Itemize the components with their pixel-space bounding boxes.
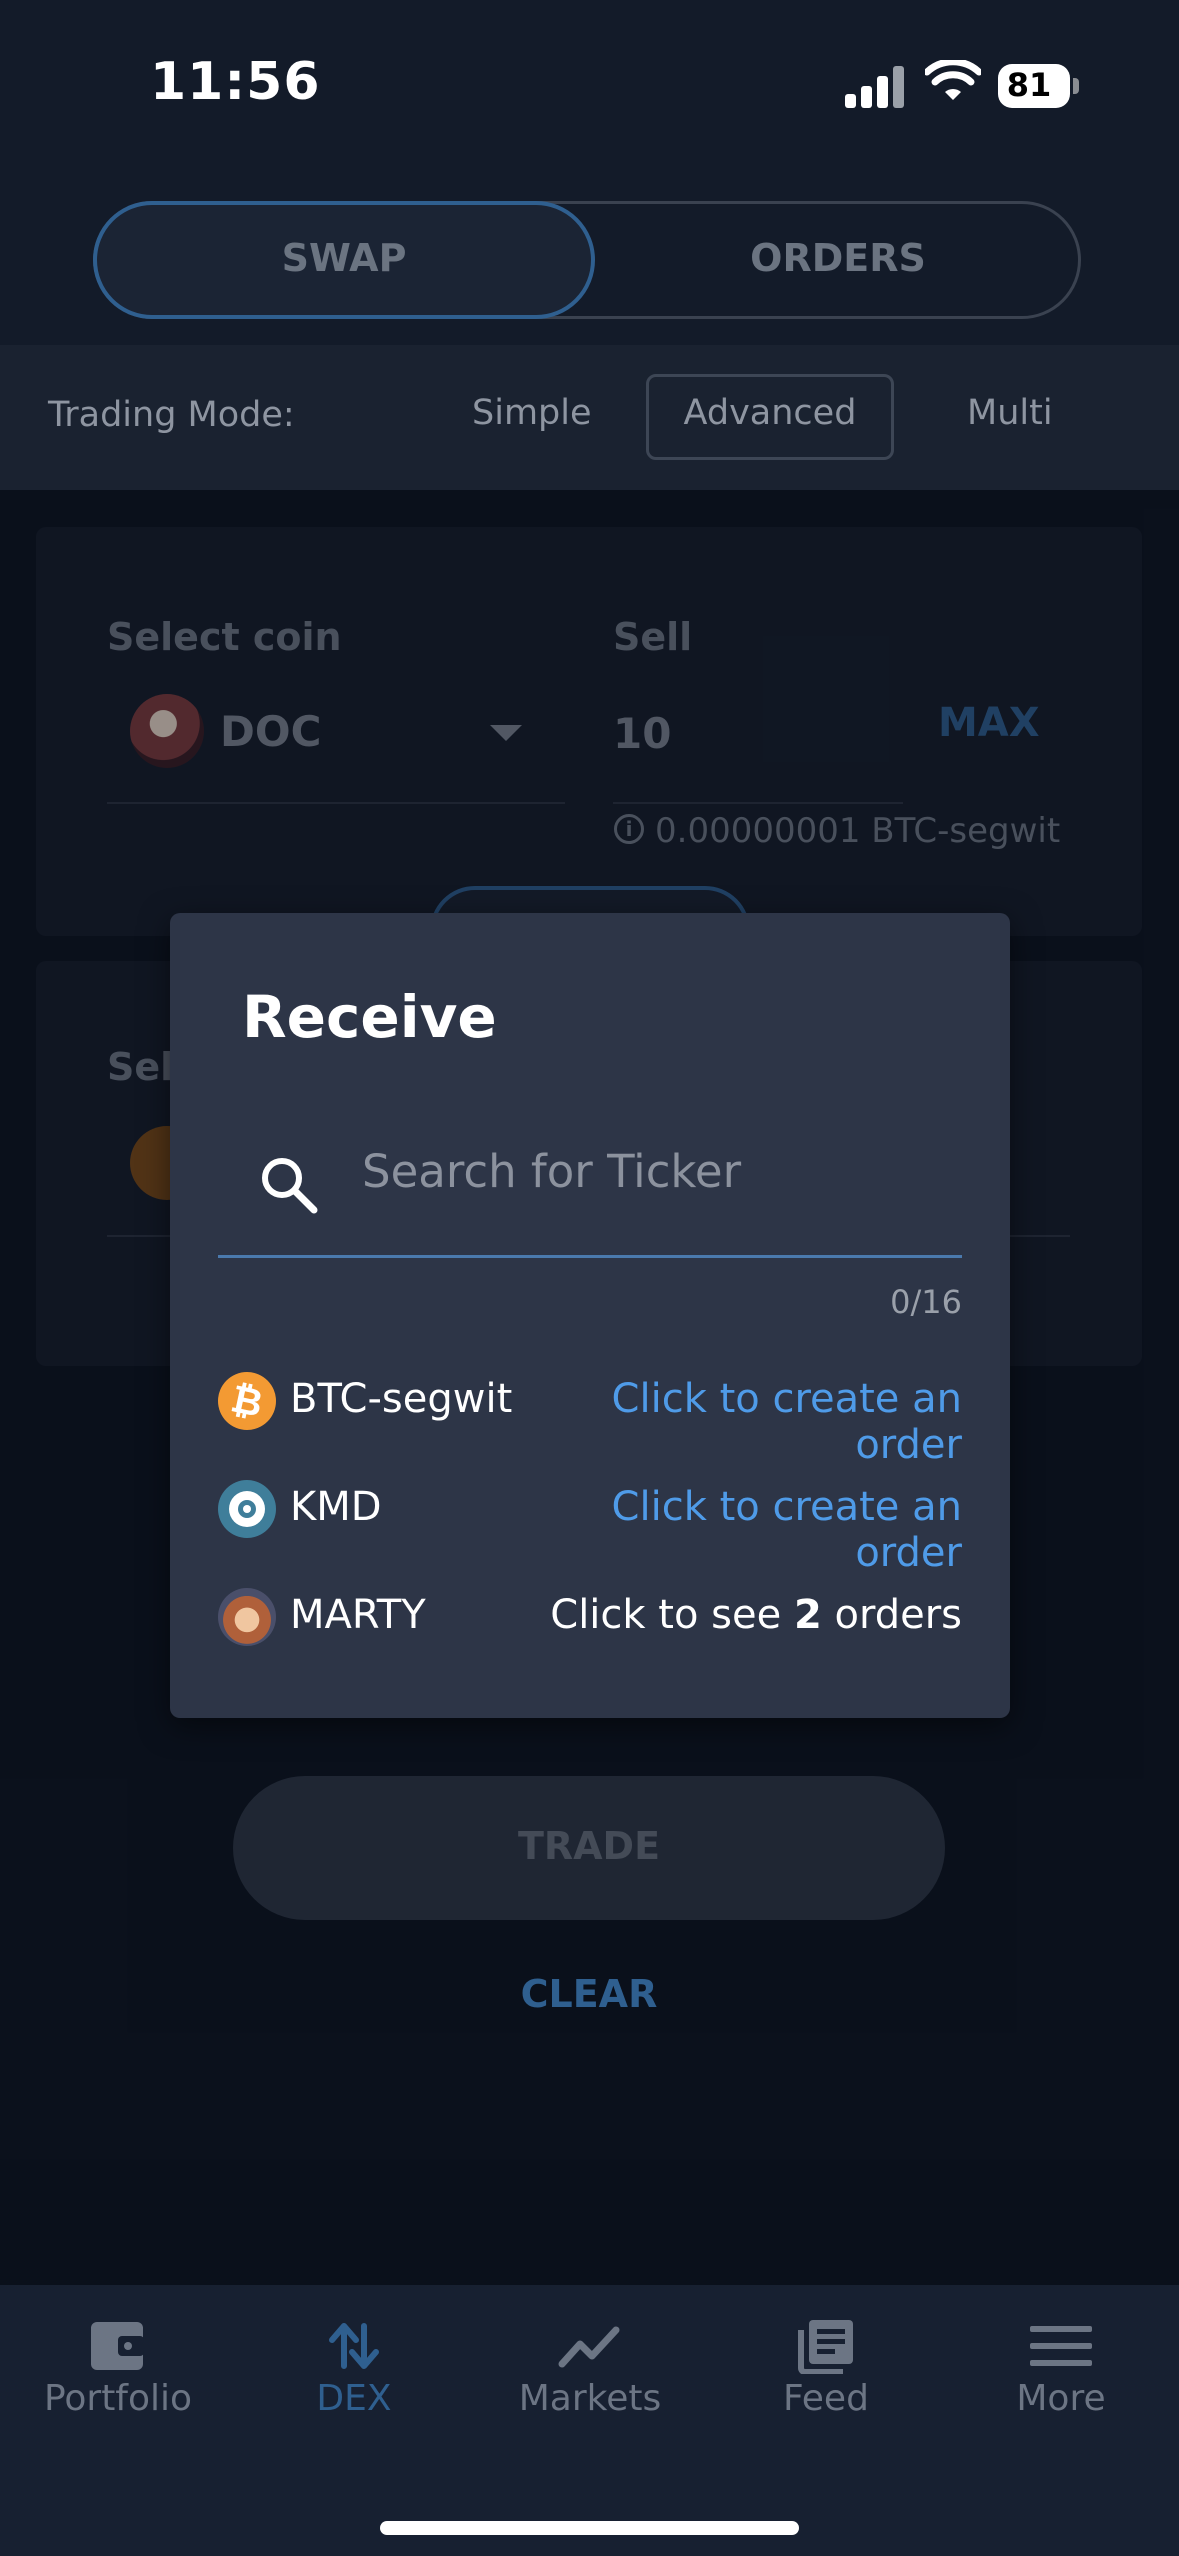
chart-line-icon bbox=[558, 2326, 620, 2368]
komodo-icon bbox=[218, 1480, 276, 1538]
nav-label: More bbox=[1016, 2378, 1106, 2419]
wallet-icon bbox=[91, 2322, 144, 2370]
see-orders-link[interactable]: Click to see 2 orders bbox=[500, 1592, 962, 1638]
bitcoin-icon: ₿ bbox=[218, 1372, 276, 1430]
swap-arrows-icon bbox=[329, 2323, 379, 2369]
see-orders-suffix: orders bbox=[821, 1592, 962, 1638]
coin-name: MARTY bbox=[290, 1592, 426, 1638]
nav-label: DEX bbox=[316, 2378, 392, 2419]
trading-mode-label: Trading Mode: bbox=[48, 395, 295, 435]
wifi-icon bbox=[925, 60, 981, 100]
cellular-signal-icon bbox=[845, 64, 907, 108]
nav-markets[interactable]: Markets bbox=[472, 2318, 708, 2419]
menu-icon bbox=[1030, 2326, 1092, 2366]
marty-avatar-icon bbox=[218, 1588, 276, 1646]
create-order-link[interactable]: Click to create an order bbox=[500, 1484, 962, 1576]
create-order-link[interactable]: Click to create an order bbox=[500, 1376, 962, 1468]
nav-portfolio[interactable]: Portfolio bbox=[0, 2318, 236, 2419]
home-indicator[interactable] bbox=[380, 2521, 799, 2535]
trade-button-label: TRADE bbox=[517, 1824, 661, 1868]
clear-button[interactable]: CLEAR bbox=[233, 1972, 945, 2016]
nav-feed[interactable]: Feed bbox=[708, 2318, 944, 2419]
mode-simple[interactable]: Simple bbox=[472, 393, 592, 433]
nav-dex[interactable]: DEX bbox=[236, 2318, 472, 2419]
newspaper-icon bbox=[798, 2320, 853, 2375]
ticker-search-input[interactable]: Search for Ticker bbox=[362, 1145, 741, 1198]
battery-icon: 81 bbox=[998, 64, 1079, 108]
nav-label: Markets bbox=[518, 2378, 662, 2419]
battery-level: 81 bbox=[1006, 66, 1052, 104]
orders-count: 2 bbox=[793, 1592, 822, 1638]
tab-orders[interactable]: ORDERS bbox=[595, 236, 1081, 280]
modal-title: Receive bbox=[242, 983, 497, 1051]
tab-swap-label: SWAP bbox=[281, 236, 407, 280]
search-counter: 0/16 bbox=[890, 1283, 962, 1321]
nav-more[interactable]: More bbox=[943, 2318, 1179, 2419]
nav-label: Portfolio bbox=[43, 2378, 193, 2419]
nav-label: Feed bbox=[783, 2378, 869, 2419]
coin-name: BTC-segwit bbox=[290, 1376, 513, 1422]
coin-name: KMD bbox=[290, 1484, 382, 1530]
search-icon bbox=[262, 1158, 318, 1214]
mode-multi[interactable]: Multi bbox=[967, 393, 1053, 433]
see-orders-prefix: Click to see bbox=[550, 1592, 794, 1638]
status-time: 11:56 bbox=[150, 52, 321, 112]
search-underline bbox=[218, 1255, 962, 1258]
mode-advanced[interactable]: Advanced bbox=[646, 393, 894, 433]
